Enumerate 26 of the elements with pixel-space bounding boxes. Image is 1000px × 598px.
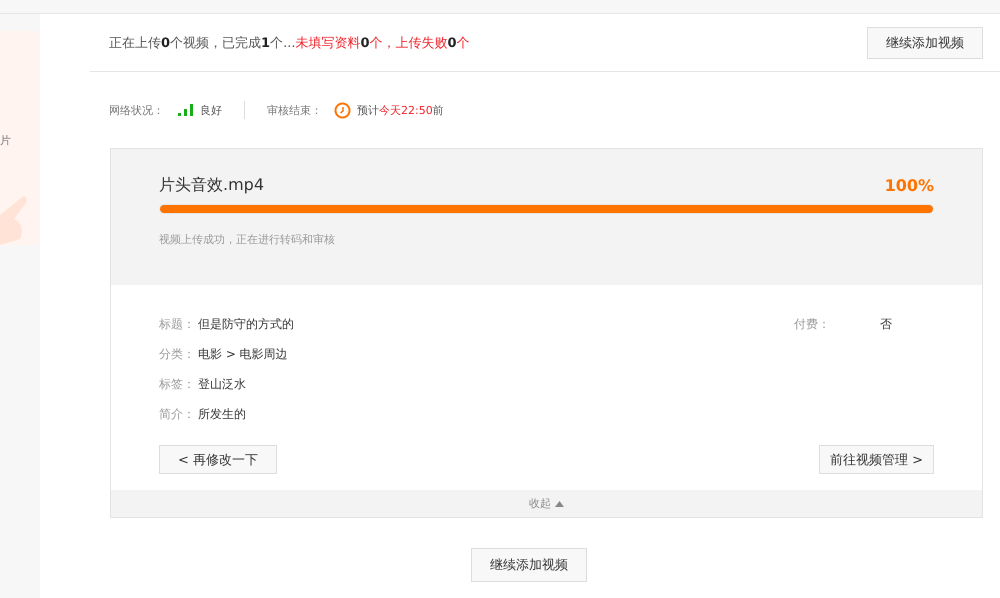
add-video-button[interactable]: 继续添加视频	[471, 548, 587, 582]
field-label: 分类：	[159, 346, 195, 362]
field-label: 付费：	[794, 316, 830, 332]
caret-icon	[555, 500, 564, 506]
review-estimate: 预计今天22:50前	[357, 102, 444, 118]
field-label: 标题：	[159, 316, 195, 332]
video-manage-button[interactable]: 前往视频管理 >	[818, 445, 934, 474]
upload-summary: 正在上传0个视频，已完成1个...未填写资料0个，上传失败0个	[109, 34, 470, 52]
progress-percent: 100%	[884, 176, 934, 195]
field-value: 所发生的	[198, 406, 246, 422]
add-video-button[interactable]: 继续添加视频	[867, 26, 983, 58]
field-value: 登山泛水	[198, 376, 246, 392]
signal-icon	[178, 104, 194, 116]
field-value: 电影 > 电影周边	[198, 346, 288, 362]
file-name: 片头音效.mp4	[159, 175, 264, 196]
edit-again-button[interactable]: < 再修改一下	[159, 445, 278, 474]
clock-icon	[334, 102, 351, 118]
upload-message: 视频上传成功，正在进行转码和审核	[159, 233, 335, 246]
field-value: 但是防守的方式的	[198, 316, 294, 332]
field-label: 标签：	[159, 376, 195, 392]
field-value: 否	[880, 316, 892, 332]
banner-text: 片	[0, 132, 11, 148]
network-label: 网络状况：	[109, 102, 164, 118]
field-label: 简介：	[159, 406, 195, 422]
review-label: 审核结束：	[267, 102, 322, 118]
network-status: 良好	[200, 102, 222, 118]
